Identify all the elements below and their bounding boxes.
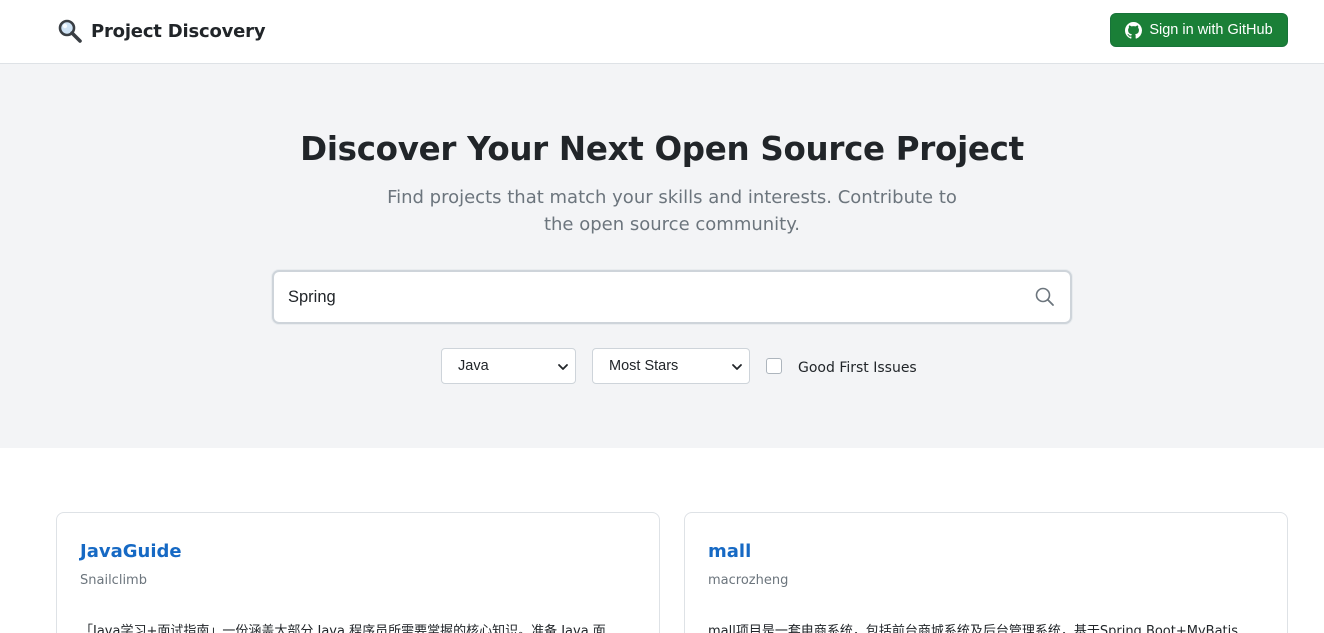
navbar: Project Discovery Sign in with GitHub bbox=[0, 0, 1324, 64]
project-title-link[interactable]: mall bbox=[708, 541, 751, 562]
project-owner: macrozheng bbox=[708, 573, 789, 588]
github-icon bbox=[1125, 21, 1143, 39]
search-icon[interactable] bbox=[1034, 286, 1056, 308]
project-description: mall项目是一套电商系统，包括前台商城系统及后台管理系统，基于Spring B… bbox=[708, 624, 1239, 633]
language-select-value: Java bbox=[458, 358, 489, 374]
brand[interactable]: Project Discovery bbox=[57, 17, 266, 45]
search-input[interactable] bbox=[288, 272, 1008, 322]
filters-bar: Java Most Stars Good First Issues bbox=[0, 348, 1324, 384]
chevron-down-icon bbox=[557, 361, 569, 373]
page-title: Discover Your Next Open Source Project bbox=[300, 130, 1024, 168]
good-first-issues-checkbox[interactable] bbox=[766, 358, 782, 374]
brand-name: Project Discovery bbox=[91, 20, 266, 42]
sign-in-github-label: Sign in with GitHub bbox=[1149, 22, 1273, 38]
magnifying-glass-icon bbox=[57, 18, 83, 44]
language-select[interactable]: Java bbox=[441, 348, 576, 384]
project-owner: Snailclimb bbox=[80, 573, 147, 588]
sort-select[interactable]: Most Stars bbox=[592, 348, 750, 384]
search-box bbox=[272, 270, 1072, 324]
hero-section: Discover Your Next Open Source Project F… bbox=[0, 64, 1324, 448]
sign-in-github-button[interactable]: Sign in with GitHub bbox=[1110, 13, 1288, 47]
project-card: JavaGuide Snailclimb 「Java学习+面试指南」一份涵盖大部… bbox=[56, 512, 660, 633]
good-first-issues-label[interactable]: Good First Issues bbox=[798, 360, 917, 376]
project-title-link[interactable]: JavaGuide bbox=[80, 541, 182, 562]
project-card: mall macrozheng mall项目是一套电商系统，包括前台商城系统及后… bbox=[684, 512, 1288, 633]
project-description: 「Java学习+面试指南」一份涵盖大部分 Java 程序员所需要掌握的核心知识。… bbox=[80, 624, 606, 633]
sort-select-value: Most Stars bbox=[609, 358, 679, 374]
page-subtitle: Find projects that match your skills and… bbox=[387, 187, 957, 235]
chevron-down-icon bbox=[731, 361, 743, 373]
